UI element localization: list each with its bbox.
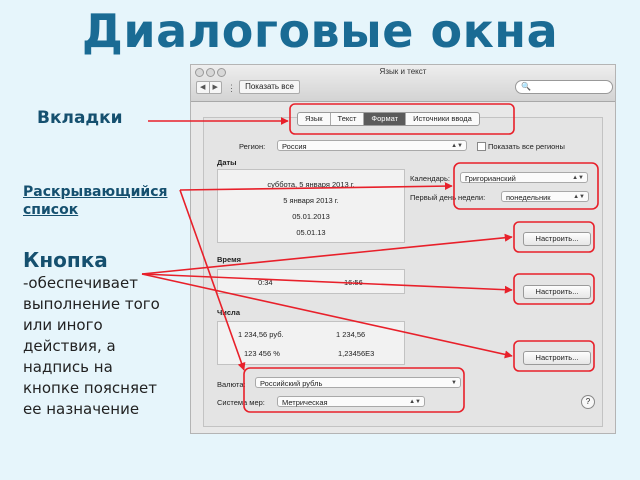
highlight-numbers-customize [513,340,595,372]
tab-format[interactable]: Формат [364,113,407,125]
highlight-dates-customize [513,221,595,253]
tab-language[interactable]: Язык [298,113,331,125]
arrow-to-calendar [179,182,453,191]
arrow-to-numbers-button [141,273,513,359]
tab-bar: Язык Текст Формат Источники ввода [297,112,480,126]
tab-input-sources[interactable]: Источники ввода [406,113,479,125]
highlight-calendar-dropdowns [453,162,599,210]
arrow-to-time-button [141,273,513,294]
arrow-to-dates-button [141,233,513,275]
highlight-currency-measure [243,367,465,413]
highlight-time-customize [513,273,595,305]
tab-text[interactable]: Текст [331,113,365,125]
annotation-overlay [141,103,599,413]
arrow-to-currency [179,189,246,371]
